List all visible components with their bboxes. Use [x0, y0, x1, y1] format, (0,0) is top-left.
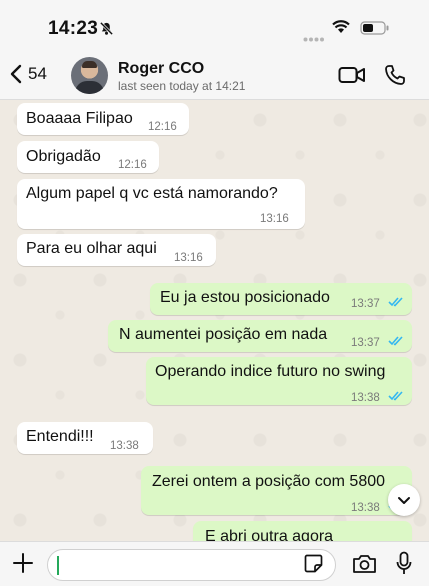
- message-time: 13:16: [260, 213, 289, 225]
- avatar-hair: [82, 61, 97, 68]
- signal-dots-icon: [303, 29, 325, 47]
- chevron-down-icon: [398, 496, 410, 504]
- message-text: Boaaaa Filipao: [26, 110, 133, 127]
- unread-count: 54: [28, 64, 47, 83]
- message-time: 13:38: [351, 502, 380, 514]
- status-time: 14:23: [48, 18, 99, 39]
- message-time: 12:16: [148, 121, 177, 133]
- message-text: Algum papel q vc está namorando?: [26, 185, 278, 202]
- message-text: Entendi!!!: [26, 428, 94, 445]
- message-text: N aumentei posição em nada: [119, 326, 328, 343]
- message-time: 13:38: [110, 440, 139, 452]
- message-text: Zerei ontem a posição com 5800: [152, 473, 386, 490]
- message-text: Eu ja estou posicionado: [160, 289, 330, 306]
- status-bar: 14:23: [0, 0, 429, 52]
- avatar-shirt: [75, 81, 104, 94]
- back-button[interactable]: 54: [10, 64, 47, 84]
- microphone-icon[interactable]: [396, 551, 412, 581]
- message-time: 13:37: [351, 337, 380, 349]
- message-incoming[interactable]: Boaaaa Filipao 12:16: [17, 103, 189, 135]
- message-incoming[interactable]: Algum papel q vc está namorando? 13:16: [17, 179, 305, 229]
- chat-header: 54 Roger CCO last seen today at 14:21: [0, 52, 429, 100]
- message-incoming[interactable]: Entendi!!! 13:38: [17, 422, 153, 454]
- contact-name[interactable]: Roger CCO: [118, 60, 204, 78]
- message-input[interactable]: [47, 549, 336, 581]
- message-incoming[interactable]: Para eu olhar aqui 13:16: [17, 234, 216, 266]
- message-time: 13:16: [174, 252, 203, 264]
- back-chevron-icon: [10, 64, 22, 84]
- message-time: 12:16: [118, 159, 147, 171]
- phone-call-icon[interactable]: [384, 64, 406, 91]
- composer-bar: [0, 541, 429, 586]
- message-text: Obrigadão: [26, 148, 101, 165]
- wifi-icon: [332, 20, 350, 39]
- message-time: 13:38: [351, 392, 380, 404]
- plus-icon[interactable]: [12, 552, 34, 579]
- battery-icon: [360, 21, 390, 40]
- message-outgoing[interactable]: E abri outra agora: [193, 521, 412, 541]
- message-text: Operando indice futuro no swing: [155, 363, 386, 380]
- scroll-to-bottom-button[interactable]: [388, 484, 420, 516]
- sticker-icon[interactable]: [304, 554, 323, 578]
- message-list[interactable]: Boaaaa Filipao 12:16 Obrigadão 12:16 Alg…: [0, 100, 429, 541]
- read-ticks-icon: [388, 297, 403, 307]
- bell-slash-icon: [99, 21, 114, 41]
- video-call-icon[interactable]: [338, 66, 366, 89]
- avatar[interactable]: [71, 57, 108, 94]
- message-outgoing[interactable]: Operando indice futuro no swing 13:38: [146, 357, 412, 405]
- message-text: E abri outra agora: [205, 528, 334, 541]
- message-outgoing[interactable]: Zerei ontem a posição com 5800 13:38: [141, 466, 412, 515]
- contact-last-seen: last seen today at 14:21: [118, 79, 246, 93]
- message-outgoing[interactable]: N aumentei posição em nada 13:37: [108, 320, 412, 352]
- message-text: Para eu olhar aqui: [26, 240, 157, 257]
- message-outgoing[interactable]: Eu ja estou posicionado 13:37: [150, 283, 412, 315]
- read-ticks-icon: [388, 391, 403, 401]
- message-incoming[interactable]: Obrigadão 12:16: [17, 141, 159, 173]
- message-time: 13:37: [351, 298, 380, 310]
- text-cursor: [57, 556, 59, 575]
- read-ticks-icon: [388, 336, 403, 346]
- camera-icon[interactable]: [352, 554, 377, 579]
